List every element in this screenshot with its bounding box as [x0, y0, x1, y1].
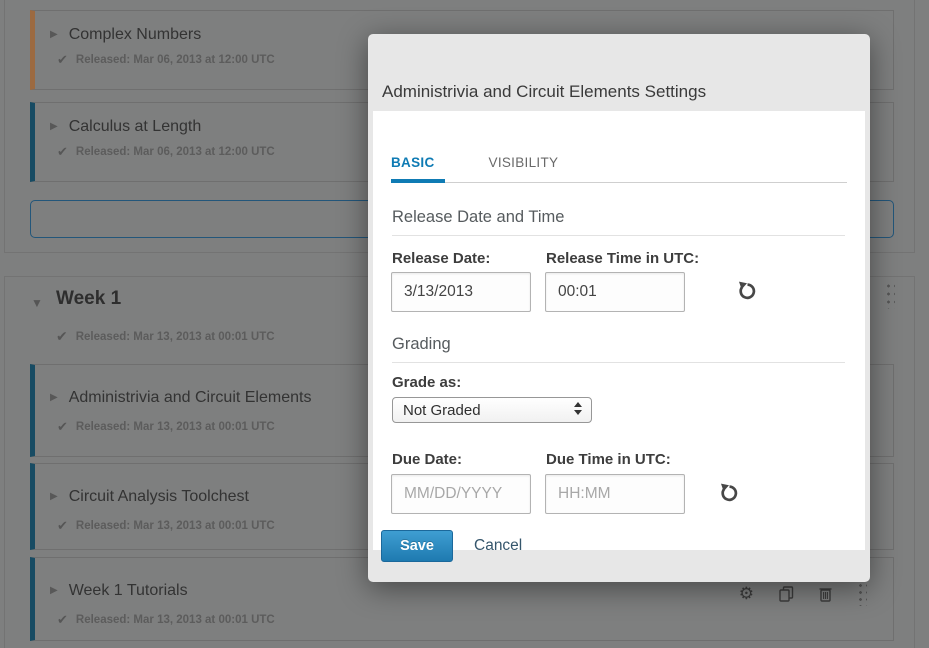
- collapse-arrow-icon[interactable]: ▼: [31, 296, 43, 310]
- tab-basic[interactable]: BASIC: [391, 155, 445, 183]
- grade-as-selected-value: Not Graded: [403, 402, 481, 419]
- subsection-title: Complex Numbers: [69, 26, 201, 44]
- published-check-icon: ✔: [57, 519, 68, 532]
- published-check-icon: ✔: [57, 53, 68, 66]
- released-date: Released: Mar 13, 2013 at 00:01 UTC: [76, 331, 275, 343]
- release-section-heading: Release Date and Time: [392, 208, 845, 236]
- grade-as-label: Grade as:: [392, 374, 461, 391]
- expand-arrow-icon[interactable]: ▶: [50, 393, 58, 403]
- select-stepper-arrows-icon: [574, 402, 582, 415]
- expand-arrow-icon[interactable]: ▶: [50, 122, 58, 132]
- save-button[interactable]: Save: [381, 530, 453, 562]
- drag-handle[interactable]: [885, 282, 895, 309]
- reset-due-icon[interactable]: [718, 482, 740, 504]
- published-check-icon: ✔: [57, 145, 68, 158]
- modal-title: Administrivia and Circuit Elements Setti…: [382, 82, 706, 102]
- released-date: Released: Mar 13, 2013 at 00:01 UTC: [76, 520, 275, 532]
- subsection-title: Circuit Analysis Toolchest: [69, 488, 249, 506]
- release-time-input[interactable]: [545, 272, 685, 312]
- due-date-label: Due Date:: [392, 451, 462, 468]
- released-date: Released: Mar 06, 2013 at 12:00 UTC: [76, 54, 275, 66]
- modal-tabs: BASIC VISIBILITY: [391, 155, 847, 183]
- course-outline-page: ▶ Complex Numbers ✔ Released: Mar 06, 20…: [0, 0, 929, 648]
- subsection-title: Administrivia and Circuit Elements: [69, 389, 312, 407]
- published-check-icon: ✔: [56, 330, 68, 343]
- published-check-icon: ✔: [57, 613, 68, 626]
- published-check-icon: ✔: [57, 420, 68, 433]
- modal-window: BASIC VISIBILITY Release Date and Time R…: [373, 111, 865, 550]
- expand-arrow-icon[interactable]: ▶: [50, 492, 58, 502]
- grading-section-heading: Grading: [392, 335, 845, 363]
- tab-visibility[interactable]: VISIBILITY: [489, 155, 559, 182]
- expand-arrow-icon[interactable]: ▶: [50, 30, 58, 40]
- duplicate-icon[interactable]: [779, 586, 794, 602]
- due-time-input[interactable]: [545, 474, 685, 514]
- grade-as-select[interactable]: Not Graded: [392, 397, 592, 423]
- reset-release-icon[interactable]: [736, 280, 758, 302]
- delete-icon[interactable]: [819, 586, 832, 602]
- released-date: Released: Mar 13, 2013 at 00:01 UTC: [76, 421, 275, 433]
- drag-handle[interactable]: [857, 582, 867, 606]
- subsection-settings-modal: Administrivia and Circuit Elements Setti…: [368, 34, 870, 582]
- released-date: Released: Mar 13, 2013 at 00:01 UTC: [76, 614, 275, 626]
- section-title: Week 1: [56, 288, 121, 310]
- cancel-link[interactable]: Cancel: [474, 537, 522, 555]
- due-time-label: Due Time in UTC:: [546, 451, 671, 468]
- release-date-input[interactable]: [391, 272, 531, 312]
- released-date: Released: Mar 06, 2013 at 12:00 UTC: [76, 146, 275, 158]
- subsection-title: Calculus at Length: [69, 118, 202, 136]
- release-date-label: Release Date:: [392, 250, 490, 267]
- due-date-input[interactable]: [391, 474, 531, 514]
- settings-gear-icon[interactable]: ⚙: [739, 586, 754, 603]
- subsection-title: Week 1 Tutorials: [69, 582, 188, 600]
- expand-arrow-icon[interactable]: ▶: [50, 586, 58, 596]
- release-time-label: Release Time in UTC:: [546, 250, 699, 267]
